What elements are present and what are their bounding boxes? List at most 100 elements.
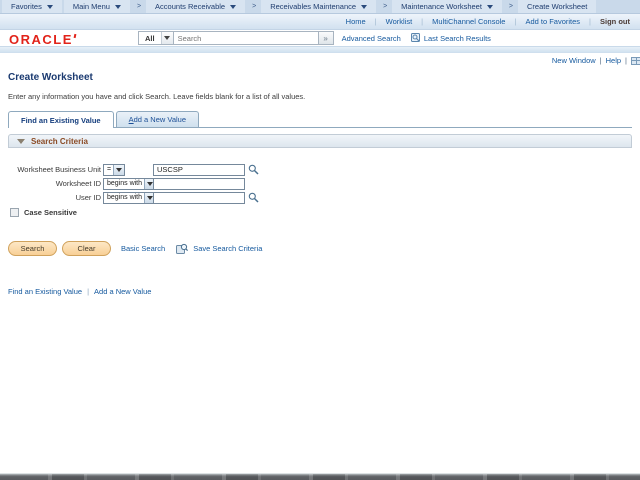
user-id-input[interactable] (153, 191, 245, 204)
tab-add-new-value[interactable]: Add a New Value (115, 111, 200, 127)
breadcrumb-label: Maintenance Worksheet (401, 2, 482, 11)
breadcrumb-label: Favorites (11, 2, 42, 11)
chevron-down-icon (361, 4, 368, 9)
chevron-down-glyph (164, 36, 171, 40)
page-actions-separator: | (625, 56, 627, 65)
footer-links: Find an Existing Value | Add a New Value (8, 287, 632, 296)
nav-add-to-favorites-link[interactable]: Add to Favorites (525, 17, 580, 26)
breadcrumb-separator: > (136, 3, 142, 10)
nav-separator: | (374, 17, 377, 26)
oracle-logo: ORACLE (9, 32, 77, 47)
search-criteria-header[interactable]: Search Criteria (8, 134, 632, 148)
footer-find-existing-link[interactable]: Find an Existing Value (8, 287, 82, 296)
breadcrumb-label: Accounts Receivable (155, 2, 226, 11)
breadcrumb: Favorites Main Menu > Accounts Receivabl… (0, 0, 640, 14)
chevron-down-icon[interactable] (113, 164, 125, 175)
operator-value: begins with (107, 179, 143, 187)
advanced-search-link[interactable]: Advanced Search (342, 34, 401, 43)
worksheet-id-input[interactable] (153, 177, 245, 190)
chevron-down-glyph (116, 167, 123, 172)
tab-label: Add a New Value (128, 115, 187, 124)
user-id-lookup-icon[interactable] (248, 192, 259, 203)
global-search-bar: All » Advanced Search Last Search Result… (138, 31, 491, 45)
save-search-criteria-link[interactable]: Save Search Criteria (193, 244, 262, 253)
operator-value: = (107, 165, 112, 173)
breadcrumb-label: Create Worksheet (527, 2, 588, 11)
business-unit-label: Worksheet Business Unit (17, 165, 101, 174)
last-search-results-icon (410, 33, 420, 42)
operator-column: = (103, 163, 153, 176)
header-nav: Home | Worklist | MultiChannel Console |… (0, 14, 640, 30)
page-actions: New Window | Help | (552, 56, 640, 65)
chevron-down-icon (230, 4, 237, 9)
business-unit-lookup-icon[interactable] (248, 164, 259, 175)
chevron-down-icon (46, 4, 53, 9)
breadcrumb-main-menu[interactable]: Main Menu (63, 0, 130, 13)
business-unit-input[interactable] (153, 163, 245, 176)
nav-separator: | (589, 17, 591, 26)
operator-column: begins with (103, 177, 157, 190)
sign-out-link[interactable]: Sign out (600, 17, 630, 26)
personalize-page-icon[interactable] (631, 56, 640, 65)
collapse-triangle-icon (17, 138, 25, 144)
search-criteria-title: Search Criteria (31, 136, 88, 146)
nav-separator: | (421, 17, 424, 26)
oracle-logo-mark (73, 33, 77, 39)
breadcrumb-create-worksheet[interactable]: Create Worksheet (518, 0, 597, 13)
breadcrumb-favorites[interactable]: Favorites (2, 0, 62, 13)
tab-row: Find an Existing Value Add a New Value (8, 111, 632, 128)
search-button[interactable]: Search (8, 241, 57, 256)
page-instructions: Enter any information you have and click… (8, 92, 306, 101)
clear-button[interactable]: Clear (62, 241, 111, 256)
business-unit-operator-select[interactable]: = (103, 163, 126, 176)
actions-row: Search Clear Basic Search Save Search Cr… (8, 241, 632, 256)
chevron-down-icon[interactable] (160, 32, 173, 44)
user-id-label: User ID (75, 193, 101, 202)
bottom-taskbar-edge (0, 473, 640, 480)
search-go-button[interactable]: » (318, 31, 334, 45)
peoplesoft-create-worksheet-page: { "chars": { "crumb_sep": ">", "pipe": "… (0, 0, 640, 480)
basic-search-link[interactable]: Basic Search (121, 244, 165, 253)
last-search-results[interactable]: Last Search Results (410, 33, 491, 43)
oracle-logo-text: ORACLE (9, 32, 73, 47)
breadcrumb-label: Receivables Maintenance (270, 2, 357, 11)
case-sensitive-row: Case Sensitive (8, 208, 632, 217)
last-search-results-label: Last Search Results (423, 33, 491, 43)
search-scope-value: All (145, 33, 155, 43)
save-search-criteria-icon[interactable] (176, 243, 189, 255)
footer-links-separator: | (87, 287, 90, 296)
form-row-user-id: User ID begins with (8, 191, 632, 204)
help-link[interactable]: Help (606, 56, 621, 65)
breadcrumb-separator: > (252, 3, 257, 10)
new-window-link[interactable]: New Window (552, 56, 596, 65)
worksheet-id-label: Worksheet ID (55, 179, 101, 188)
case-sensitive-label: Case Sensitive (24, 208, 77, 217)
form-row-business-unit: Worksheet Business Unit = (8, 163, 632, 176)
chevron-down-icon (114, 4, 121, 9)
operator-value: begins with (107, 193, 143, 201)
form-row-worksheet-id: Worksheet ID begins with (8, 177, 632, 190)
operator-column: begins with (103, 191, 157, 204)
brand-row: ORACLE All » Advanced Search Last Search… (0, 30, 640, 47)
nav-home-link[interactable]: Home (346, 17, 366, 26)
case-sensitive-checkbox[interactable] (10, 208, 19, 217)
tab-find-existing-value[interactable]: Find an Existing Value (8, 111, 114, 128)
breadcrumb-label: Main Menu (72, 2, 110, 11)
breadcrumb-separator: > (383, 3, 388, 10)
page-title: Create Worksheet (8, 72, 93, 83)
worksheet-id-operator-select[interactable]: begins with (103, 177, 157, 190)
breadcrumb-maintenance-worksheet[interactable]: Maintenance Worksheet (392, 0, 502, 13)
chevron-down-icon (486, 4, 493, 9)
user-id-operator-select[interactable]: begins with (103, 191, 157, 204)
global-search-input[interactable] (173, 31, 319, 45)
breadcrumb-accounts-receivable[interactable]: Accounts Receivable (146, 0, 246, 13)
nav-separator: | (514, 17, 517, 26)
nav-worklist-link[interactable]: Worklist (386, 17, 413, 26)
search-criteria-form: Worksheet Business Unit = Worksheet ID b… (8, 163, 632, 296)
footer-add-new-link[interactable]: Add a New Value (94, 287, 151, 296)
search-scope-select[interactable]: All (138, 31, 174, 45)
breadcrumb-receivables-maintenance[interactable]: Receivables Maintenance (261, 0, 377, 13)
page-actions-separator: | (599, 56, 602, 65)
main-content: Create Worksheet Enter any information y… (0, 72, 640, 296)
nav-multichannel-link[interactable]: MultiChannel Console (432, 17, 505, 26)
